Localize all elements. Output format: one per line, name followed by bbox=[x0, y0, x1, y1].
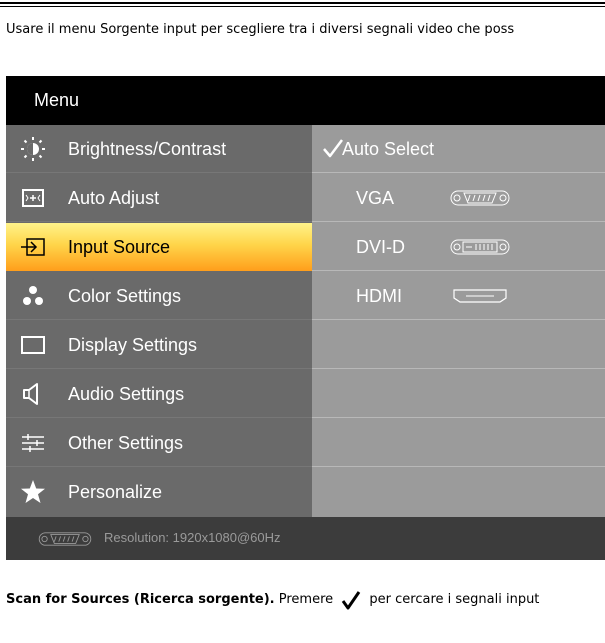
star-icon bbox=[20, 479, 46, 505]
menu-item-brightness-contrast[interactable]: Brightness/Contrast bbox=[6, 125, 312, 173]
source-list: Auto Select VGA DVI-D HDMI bbox=[312, 125, 605, 517]
menu-item-personalize[interactable]: Personalize bbox=[6, 468, 312, 516]
speaker-icon bbox=[20, 381, 46, 407]
vga-connector-icon bbox=[450, 189, 510, 211]
source-option-auto-select[interactable]: Auto Select bbox=[312, 125, 605, 173]
top-divider-thin bbox=[0, 6, 605, 7]
menu-item-display-settings[interactable]: Display Settings bbox=[6, 321, 312, 369]
intro-text: Usare il menu Sorgente input per sceglie… bbox=[6, 22, 515, 37]
color-settings-icon bbox=[20, 283, 46, 309]
sliders-icon bbox=[20, 430, 46, 456]
menu-item-audio-settings[interactable]: Audio Settings bbox=[6, 370, 312, 418]
bottom-text: Scan for Sources (Ricerca sorgente). Pre… bbox=[6, 589, 605, 611]
bottom-text-before: Premere bbox=[274, 592, 338, 607]
source-empty-row bbox=[312, 370, 605, 418]
menu-item-label: Other Settings bbox=[68, 433, 184, 453]
osd-menu: Menu Brightness/Contrast Auto Adjust Inp… bbox=[6, 76, 605, 560]
source-option-vga[interactable]: VGA bbox=[312, 174, 605, 222]
source-empty-row bbox=[312, 419, 605, 467]
menu-item-color-settings[interactable]: Color Settings bbox=[6, 272, 312, 320]
status-bar: Resolution: 1920x1080@60Hz bbox=[6, 517, 605, 560]
osd-title: Menu bbox=[34, 90, 80, 110]
source-label: HDMI bbox=[356, 286, 402, 306]
menu-item-label: Personalize bbox=[68, 482, 163, 502]
bottom-text-after: per cercare i segnali input bbox=[365, 592, 540, 607]
source-label: VGA bbox=[356, 188, 395, 208]
menu-item-label: Auto Adjust bbox=[68, 188, 160, 208]
menu-item-auto-adjust[interactable]: Auto Adjust bbox=[6, 174, 312, 222]
menu-item-other-settings[interactable]: Other Settings bbox=[6, 419, 312, 467]
brightness-icon bbox=[20, 136, 46, 162]
menu-item-label: Color Settings bbox=[68, 286, 182, 306]
source-empty-row bbox=[312, 468, 605, 516]
source-label: Auto Select bbox=[342, 139, 435, 159]
source-option-dvi-d[interactable]: DVI-D bbox=[312, 223, 605, 271]
source-label: DVI-D bbox=[356, 237, 405, 257]
check-icon bbox=[322, 137, 344, 159]
menu-item-label: Brightness/Contrast bbox=[68, 139, 227, 159]
menu-item-label: Display Settings bbox=[68, 335, 198, 355]
dvi-connector-icon bbox=[450, 238, 510, 260]
menu-item-input-source[interactable]: Input Source bbox=[6, 223, 312, 271]
hdmi-connector-icon bbox=[450, 287, 510, 309]
menu-list: Brightness/Contrast Auto Adjust Input So… bbox=[6, 125, 312, 517]
check-icon bbox=[341, 590, 361, 610]
input-source-icon bbox=[20, 234, 46, 260]
top-divider bbox=[0, 2, 605, 4]
menu-item-label: Audio Settings bbox=[68, 384, 185, 404]
bottom-bold-title: Scan for Sources (Ricerca sorgente). bbox=[6, 592, 275, 607]
display-settings-icon bbox=[20, 332, 46, 358]
source-option-hdmi[interactable]: HDMI bbox=[312, 272, 605, 320]
auto-adjust-icon bbox=[20, 185, 46, 211]
source-empty-row bbox=[312, 321, 605, 369]
resolution-text: Resolution: 1920x1080@60Hz bbox=[104, 530, 281, 545]
menu-item-label: Input Source bbox=[68, 237, 171, 257]
vga-connector-icon bbox=[38, 531, 92, 551]
